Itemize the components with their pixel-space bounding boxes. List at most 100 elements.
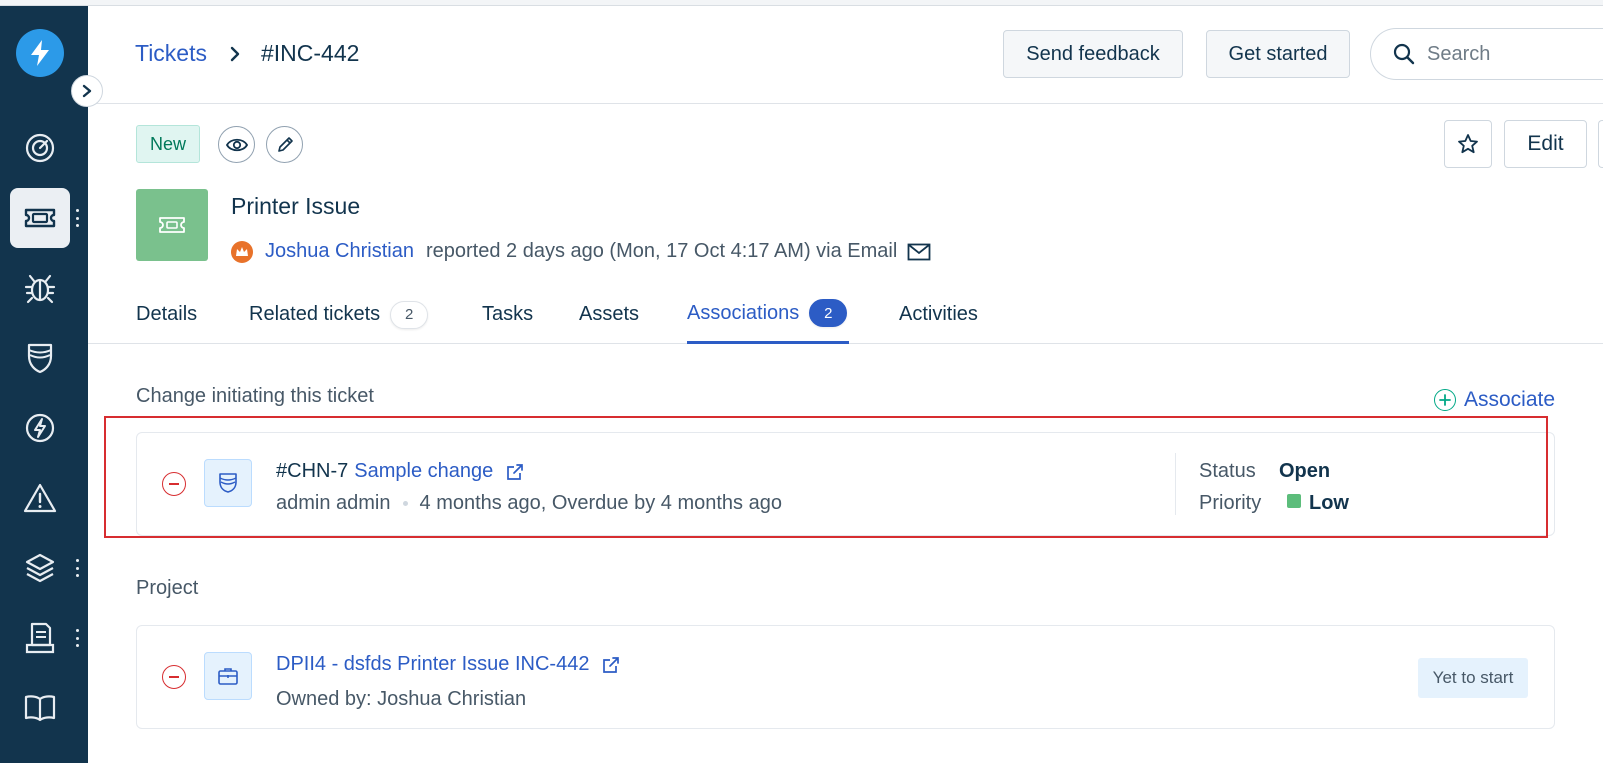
briefcase-icon [218,668,238,685]
dashboard-icon [25,133,55,163]
edit-subject-button[interactable] [266,126,303,163]
external-link-icon[interactable] [505,462,525,482]
project-section-title: Project [136,577,199,599]
priority-value: Low [1309,492,1349,514]
tab-label: Assets [579,303,640,325]
breadcrumb-separator-icon [229,46,241,62]
sidebar-item-assets-more[interactable] [73,556,81,580]
edit-button[interactable]: Edit [1504,120,1587,168]
project-owner: Owned by: Joshua Christian [276,688,527,710]
send-feedback-button[interactable]: Send feedback [1003,30,1183,78]
tab-label: Associations [687,301,800,324]
project-owner-line: Owned by: Joshua Christian [276,688,526,711]
ticket-type-icon [136,189,208,261]
sidebar-item-contracts[interactable] [10,608,70,668]
priority-color-dot [1287,494,1301,508]
change-name-link[interactable]: Sample change [354,460,493,483]
sidebar-item-assets[interactable] [10,538,70,598]
document-icon [25,622,55,654]
project-name-link[interactable]: DPII4 - dsfds Printer Issue INC-442 [276,653,589,676]
tab-count-badge: 2 [809,299,848,327]
change-id: #CHN-7 [276,460,349,482]
change-meta-line: admin admin 4 months ago, Overdue by 4 m… [276,492,782,515]
tab-details[interactable]: Details [136,285,197,344]
sidebar-item-dashboard[interactable] [10,118,70,178]
star-button[interactable] [1444,120,1492,168]
sidebar-item-problems[interactable] [10,258,70,318]
get-started-button[interactable]: Get started [1206,30,1350,78]
release-bolt-icon [25,413,55,443]
tab-label: Tasks [482,303,534,325]
chevron-right-icon [82,84,92,98]
pencil-icon [277,136,293,152]
star-icon [1458,134,1478,154]
associate-label: Associate [1464,388,1556,411]
warning-icon [23,483,57,513]
book-icon [24,695,56,722]
shield-icon [27,343,53,374]
tickets-icon [24,208,56,228]
tab-tasks[interactable]: Tasks [482,285,533,344]
status-badge: New [136,125,200,163]
sidebar-item-tickets[interactable] [10,188,70,248]
sidebar-expand-button[interactable] [71,75,103,107]
tab-assets[interactable]: Assets [579,285,639,344]
eye-icon [225,138,248,151]
search-icon [1393,43,1415,65]
breadcrumb-tickets-link[interactable]: Tickets [135,40,207,67]
tab-label: Details [136,303,198,325]
search-input[interactable] [1427,42,1603,66]
tab-label: Activities [899,303,978,325]
project-type-icon [204,652,252,700]
remove-change-button[interactable] [162,472,186,496]
sidebar-item-tickets-more[interactable] [73,206,81,230]
more-actions-button[interactable] [1598,120,1603,168]
tab-activities[interactable]: Activities [899,285,978,344]
tab-associations[interactable]: Associations 2 [687,285,850,344]
change-card [136,432,1555,536]
tab-related-tickets[interactable]: Related tickets 2 [249,285,429,344]
ticket-title: Printer Issue [231,193,361,219]
change-section-title: Change initiating this ticket [136,385,374,407]
reported-text: reported 2 days ago (Mon, 17 Oct 4:17 AM… [425,240,898,262]
ticket-tabs: Details Related tickets 2 Tasks Assets As… [88,285,1603,344]
bolt-logo-icon [31,40,49,66]
dot-separator [402,501,408,506]
layers-icon [25,553,55,583]
card-divider [1175,453,1176,515]
watch-button[interactable] [218,126,255,163]
associate-button[interactable]: Associate [1434,388,1555,412]
minus-icon [169,483,179,485]
app-logo[interactable] [16,29,64,77]
bug-icon [24,274,56,304]
sidebar-item-solutions[interactable] [10,678,70,738]
change-timing: 4 months ago, Overdue by 4 months ago [419,492,782,514]
reporter-name-link[interactable]: Joshua Christian [265,240,414,263]
breadcrumb: Tickets #INC-442 [135,40,359,67]
email-icon [907,243,931,260]
sidebar-item-alerts[interactable] [10,468,70,528]
sidebar [0,6,88,763]
top-header: Tickets #INC-442 Send feedback Get start… [88,6,1603,104]
global-search[interactable] [1370,28,1603,80]
remove-project-button[interactable] [162,665,186,689]
tab-label: Related tickets [249,303,381,325]
ticket-icon [159,217,185,233]
minus-icon [169,676,179,678]
project-status-chip: Yet to start [1418,658,1528,698]
change-title-line: #CHN-7 Sample change [276,460,525,483]
priority-label: Priority [1199,492,1262,514]
sidebar-item-releases[interactable] [10,398,70,458]
crown-avatar-icon [231,240,253,263]
external-link-icon[interactable] [601,655,621,675]
sidebar-item-contracts-more[interactable] [73,626,81,650]
status-label: Status [1199,460,1256,482]
breadcrumb-current: #INC-442 [261,40,360,66]
project-title-line: DPII4 - dsfds Printer Issue INC-442 [276,653,621,676]
reporter-line: Joshua Christian reported 2 days ago (Mo… [231,240,931,263]
plus-circle-icon [1434,389,1456,411]
change-requester: admin admin [276,492,391,514]
shield-icon [219,473,237,493]
status-value: Open [1279,460,1331,482]
sidebar-item-changes[interactable] [10,328,70,388]
